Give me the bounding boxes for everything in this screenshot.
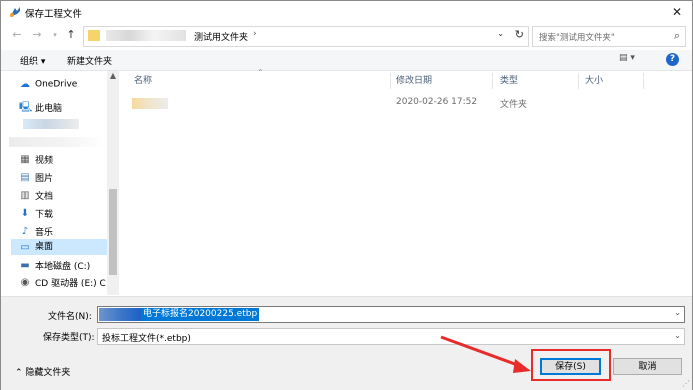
documents-icon: ▥ (20, 190, 30, 201)
title-bar: 保存工程文件 ✕ (1, 1, 692, 23)
computer-icon: 🖳 (19, 102, 33, 113)
scrollbar-thumb[interactable] (109, 189, 117, 275)
scroll-up-icon[interactable]: ▲ (107, 71, 119, 83)
filetype-select[interactable]: 投标工程文件(*.etbp) ⌄ (97, 328, 685, 345)
filetype-label: 保存类型(T): (43, 333, 95, 343)
chevron-down-icon[interactable]: ⌄ (497, 29, 504, 38)
column-header-type[interactable]: 类型 (500, 71, 518, 91)
chevron-right-icon[interactable]: › (253, 29, 257, 39)
app-icon (10, 7, 20, 17)
search-input[interactable]: 搜索"测试用文件夹" ⌕ (532, 26, 686, 47)
column-header-size[interactable]: 大小 (585, 71, 603, 91)
nav-item-documents[interactable]: ▥ 文档 (19, 189, 107, 205)
column-header-date[interactable]: 修改日期 (396, 71, 432, 91)
redacted-item (9, 137, 105, 147)
drive-icon: ▬ (20, 260, 30, 271)
download-icon: ⬇ (20, 208, 30, 219)
window-title: 保存工程文件 (25, 9, 83, 20)
annotation-arrow (440, 335, 531, 373)
redacted-filename-part (99, 308, 141, 321)
close-button[interactable]: ✕ (662, 1, 692, 23)
save-dialog: 保存工程文件 ✕ ← → ▾ ↑ 测试用文件夹 › ⌄ ↻ 搜索"测试用文件夹"… (0, 0, 693, 390)
new-folder-button[interactable]: 新建文件夹 (67, 54, 112, 67)
search-placeholder: 搜索"测试用文件夹" (539, 33, 615, 43)
file-list: ⌃ 名称 修改日期 类型 大小 2020-02-26 17:52 文件夹 (120, 68, 692, 295)
organize-menu[interactable]: 组织 ▾ (20, 54, 45, 67)
chevron-down-icon[interactable]: ⌄ (674, 331, 681, 340)
nav-scrollbar[interactable]: ▲ (107, 71, 119, 295)
cloud-icon: ☁ (20, 79, 30, 90)
nav-item-desktop[interactable]: ▭ 桌面 (11, 239, 107, 255)
nav-item-onedrive[interactable]: ☁ OneDrive (19, 79, 107, 95)
filename-value: 电子标报名20200225.etbp (141, 308, 260, 321)
redacted-item (23, 119, 79, 129)
redacted-folder-name (132, 98, 168, 109)
highlight-box (531, 349, 611, 381)
help-icon[interactable]: ? (666, 53, 679, 66)
view-options-icon[interactable]: ▤ ▾ (619, 53, 635, 63)
column-divider[interactable] (492, 73, 493, 89)
list-item[interactable]: 2020-02-26 17:52 文件夹 (120, 95, 692, 111)
video-icon: ▦ (20, 154, 30, 165)
nav-item-pictures[interactable]: ▤ 图片 (19, 171, 107, 187)
sort-ascending-icon: ⌃ (257, 68, 264, 77)
filename-label: 文件名(N): (48, 312, 92, 322)
item-date: 2020-02-26 17:52 (396, 97, 478, 107)
filetype-value: 投标工程文件(*.etbp) (102, 334, 191, 344)
column-divider[interactable] (643, 73, 644, 89)
up-arrow-icon[interactable]: ↑ (63, 27, 79, 43)
folder-icon (88, 30, 100, 41)
recent-dropdown-icon[interactable]: ▾ (47, 27, 63, 43)
toolbar: 组织 ▾ 新建文件夹 ▤ ▾ ? (1, 50, 692, 71)
nav-item-drive-c[interactable]: ▬ 本地磁盘 (C:) (19, 259, 107, 275)
breadcrumb-current[interactable]: 测试用文件夹 (194, 30, 248, 43)
nav-item-downloads[interactable]: ⬇ 下载 (19, 207, 107, 223)
resize-grip-icon[interactable]: ⋰ (682, 379, 690, 388)
nav-item-this-pc[interactable]: 🖳 此电脑 (19, 101, 107, 117)
cd-drive-icon: ◉ (20, 277, 30, 288)
column-header-name[interactable]: 名称 (134, 71, 152, 91)
chevron-down-icon[interactable]: ⌄ (674, 308, 681, 317)
back-arrow-icon[interactable]: ← (9, 27, 25, 43)
search-icon[interactable]: ⌕ (674, 29, 680, 43)
forward-arrow-icon[interactable]: → (29, 27, 45, 43)
nav-item-videos[interactable]: ▦ 视频 (19, 153, 107, 169)
redacted-path (106, 30, 186, 41)
column-divider[interactable] (578, 73, 579, 89)
navigation-pane: ☁ OneDrive 🖳 此电脑 ▦ 视频 ▤ 图片 ▥ 文档 ⬇ 下载 ♪ 音乐 ▭ 桌面 ▬… (1, 71, 119, 295)
music-icon: ♪ (21, 226, 29, 237)
nav-item-cd-drive[interactable]: ◉ CD 驱动器 (E:) C (19, 276, 107, 292)
address-row: ← → ▾ ↑ 测试用文件夹 › ⌄ ↻ 搜索"测试用文件夹" ⌕ (1, 23, 692, 49)
pictures-icon: ▤ (20, 172, 30, 183)
refresh-icon[interactable]: ↻ (515, 28, 524, 41)
address-bar[interactable]: 测试用文件夹 › ⌄ ↻ (83, 26, 529, 47)
filename-field[interactable]: 电子标报名20200225.etbp ⌄ (97, 306, 685, 323)
column-divider[interactable] (390, 73, 391, 89)
hide-folders-toggle[interactable]: ⌃ 隐藏文件夹 (15, 365, 70, 378)
hide-folders-label: 隐藏文件夹 (25, 368, 71, 378)
chevron-up-icon: ⌃ (15, 368, 23, 378)
cancel-button[interactable]: 取消 (613, 358, 682, 375)
item-type: 文件夹 (500, 100, 528, 110)
desktop-icon: ▭ (20, 241, 30, 253)
